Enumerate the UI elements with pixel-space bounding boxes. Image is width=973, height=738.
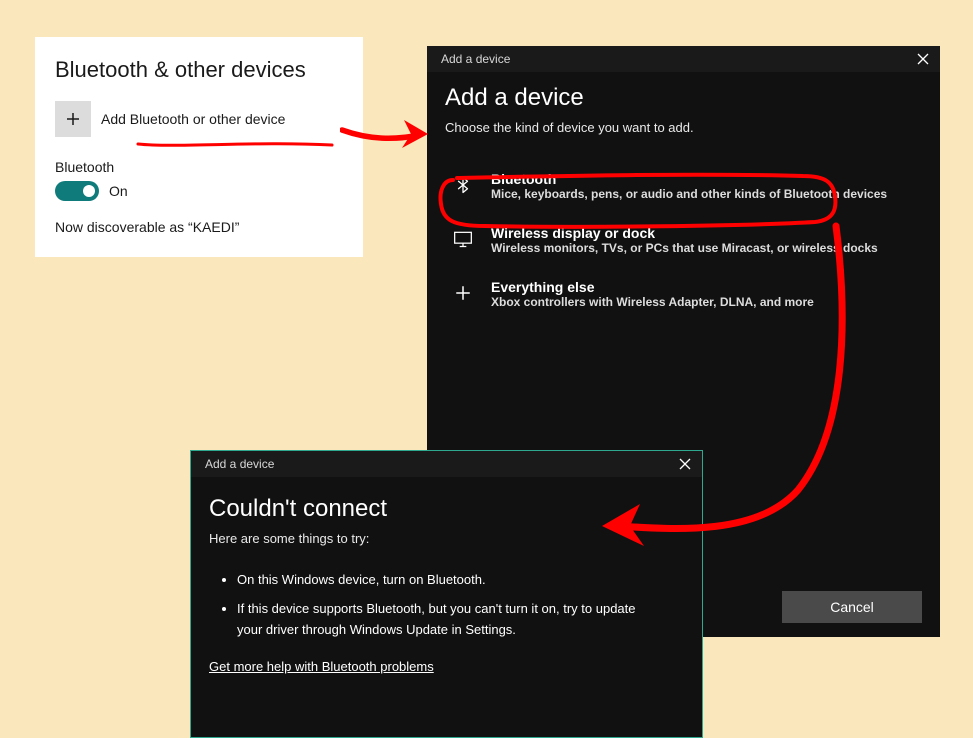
cancel-button[interactable]: Cancel xyxy=(782,591,922,623)
bluetooth-icon xyxy=(451,173,475,197)
close-icon[interactable] xyxy=(678,457,692,471)
device-option-wireless-display[interactable]: Wireless display or dock Wireless monito… xyxy=(445,213,922,267)
bluetooth-toggle-state: On xyxy=(109,183,128,199)
plus-icon xyxy=(55,101,91,137)
dialog-titlebar-text: Add a device xyxy=(441,52,510,66)
discoverable-text: Now discoverable as “KAEDI” xyxy=(55,219,343,235)
option-desc: Mice, keyboards, pens, or audio and othe… xyxy=(491,187,887,201)
device-option-everything-else[interactable]: Everything else Xbox controllers with Wi… xyxy=(445,267,922,321)
dialog-titlebar: Add a device xyxy=(427,46,940,72)
dialog-subheading: Here are some things to try: xyxy=(209,531,684,546)
option-title: Bluetooth xyxy=(491,171,887,187)
dialog-subheading: Choose the kind of device you want to ad… xyxy=(445,120,922,135)
device-option-bluetooth[interactable]: Bluetooth Mice, keyboards, pens, or audi… xyxy=(445,159,922,213)
option-desc: Wireless monitors, TVs, or PCs that use … xyxy=(491,241,878,255)
add-device-label: Add Bluetooth or other device xyxy=(101,111,285,127)
bluetooth-toggle[interactable] xyxy=(55,181,99,201)
list-item: If this device supports Bluetooth, but y… xyxy=(237,599,684,641)
plus-icon xyxy=(451,281,475,305)
bluetooth-section-label: Bluetooth xyxy=(55,159,343,175)
dialog-titlebar: Add a device xyxy=(191,451,702,477)
add-device-button[interactable]: Add Bluetooth or other device xyxy=(55,101,343,137)
dialog-heading: Couldn't connect xyxy=(209,495,684,523)
bluetooth-settings-panel: Bluetooth & other devices Add Bluetooth … xyxy=(35,37,363,257)
option-desc: Xbox controllers with Wireless Adapter, … xyxy=(491,295,814,309)
list-item: On this Windows device, turn on Bluetoot… xyxy=(237,570,684,591)
close-icon[interactable] xyxy=(916,52,930,66)
help-link[interactable]: Get more help with Bluetooth problems xyxy=(209,659,434,674)
option-title: Wireless display or dock xyxy=(491,225,878,241)
dialog-titlebar-text: Add a device xyxy=(205,457,274,471)
monitor-icon xyxy=(451,227,475,251)
couldnt-connect-dialog: Add a device Couldn't connect Here are s… xyxy=(190,450,703,738)
option-title: Everything else xyxy=(491,279,814,295)
dialog-heading: Add a device xyxy=(445,84,922,112)
page-title: Bluetooth & other devices xyxy=(55,57,343,83)
